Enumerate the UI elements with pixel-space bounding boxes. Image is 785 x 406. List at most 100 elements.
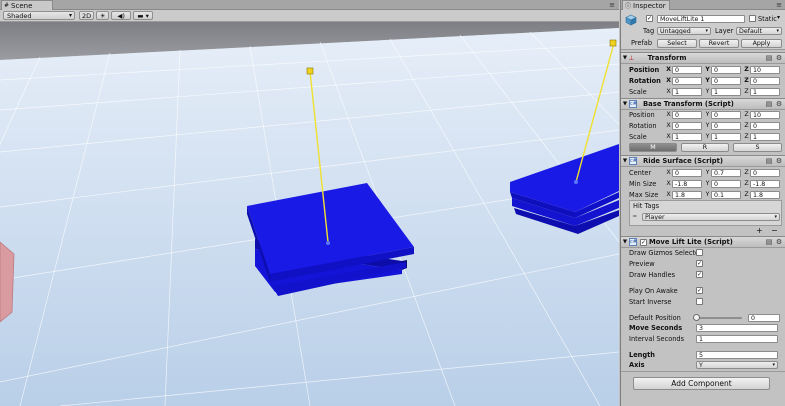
transform-header[interactable]: ▼ ⟂ Transform ▤ ⚙: [621, 52, 785, 64]
scene-view-canvas: [0, 22, 619, 406]
tab-inspector-label: Inspector: [633, 1, 666, 10]
min-size-x-field[interactable]: -1.8: [672, 179, 702, 188]
ride-surface-header[interactable]: ▼ c# Ride Surface (Script) ▤ ⚙: [621, 155, 785, 167]
shading-mode-dropdown[interactable]: Shaded ▾: [3, 11, 75, 20]
default-position-slider[interactable]: [693, 313, 742, 321]
lighting-toggle-icon[interactable]: ☀: [96, 11, 110, 20]
help-book-icon[interactable]: ▤: [765, 100, 773, 108]
gear-icon[interactable]: ⚙: [775, 100, 783, 108]
gear-icon[interactable]: ⚙: [775, 238, 783, 246]
draw-gizmos-checkbox[interactable]: [696, 249, 703, 256]
hit-tag-dropdown[interactable]: Player ▾: [642, 213, 780, 221]
scene-tab-menu-icon[interactable]: ≡: [609, 1, 615, 9]
pivot-marker-2: [574, 180, 578, 184]
axis-z-label: Z: [744, 77, 749, 84]
min-size-y-field[interactable]: 0: [711, 179, 741, 188]
tool-scale-button[interactable]: S: [733, 143, 782, 152]
gear-icon[interactable]: ⚙: [775, 54, 783, 62]
add-component-button[interactable]: Add Component: [633, 377, 770, 390]
transform-position-z-field[interactable]: 10: [750, 65, 780, 74]
foldout-arrow-icon[interactable]: ▼: [621, 55, 629, 61]
max-size-row: Max Size X 1.8 Y 0.1 Z 1.8: [621, 189, 785, 200]
base-scale-y-field[interactable]: 1: [711, 132, 741, 141]
length-field[interactable]: 5: [696, 350, 778, 359]
play-on-awake-checkbox[interactable]: ✓: [696, 287, 703, 294]
base-rotation-x-field[interactable]: 0: [672, 121, 702, 130]
draw-handles-checkbox[interactable]: ✓: [696, 271, 703, 278]
axis-value: Y: [699, 361, 703, 369]
scene-viewport[interactable]: [0, 22, 619, 406]
base-rotation-y-field[interactable]: 0: [711, 121, 741, 130]
gear-icon[interactable]: ⚙: [775, 157, 783, 165]
transform-scale-z-field[interactable]: 1: [750, 87, 780, 96]
transform-rotation-x-field[interactable]: 0: [672, 76, 702, 85]
base-rotation-label: Rotation: [629, 121, 657, 130]
center-y-field[interactable]: 0.7: [711, 168, 741, 177]
transform-scale-y-field[interactable]: 1: [711, 87, 741, 96]
base-scale-z-field[interactable]: 1: [750, 132, 780, 141]
layer-dropdown[interactable]: Default ▾: [736, 27, 782, 35]
drag-handle-icon[interactable]: ═: [633, 213, 637, 220]
transform-position-x-field[interactable]: 0: [672, 65, 702, 74]
base-scale-x-field[interactable]: 1: [672, 132, 702, 141]
axis-dropdown[interactable]: Y ▾: [696, 360, 778, 369]
max-size-x-field[interactable]: 1.8: [672, 190, 702, 199]
foldout-arrow-icon[interactable]: ▼: [621, 101, 629, 107]
help-book-icon[interactable]: ▤: [765, 54, 773, 62]
inspector-panel: ⓘ Inspector ≡ ✓ MoveLiftLite 1 Static ▾ …: [620, 0, 785, 406]
axis-row: Axis Y ▾: [621, 359, 785, 370]
transform-position-row: Position X 0 Y 0 Z 10: [621, 64, 785, 75]
tool-move-button[interactable]: M: [629, 143, 677, 152]
transform-position-y-field[interactable]: 0: [711, 65, 741, 74]
base-position-x-field[interactable]: 0: [672, 110, 702, 119]
transform-scale-x-field[interactable]: 1: [672, 87, 702, 96]
move-lift-enabled-checkbox[interactable]: ✓: [640, 238, 647, 246]
tab-inspector[interactable]: ⓘ Inspector: [622, 0, 670, 10]
help-book-icon[interactable]: ▤: [765, 238, 773, 246]
audio-toggle-icon[interactable]: ◀): [111, 11, 132, 20]
move-seconds-field[interactable]: 3: [696, 323, 778, 332]
transform-rotation-z-field[interactable]: 0: [750, 76, 780, 85]
static-checkbox[interactable]: [749, 15, 756, 22]
default-position-field[interactable]: 0: [748, 313, 780, 322]
prefab-revert-button[interactable]: Revert: [699, 39, 739, 48]
effects-dropdown-icon[interactable]: ▬ ▾: [133, 11, 154, 20]
tab-scene[interactable]: # Scene: [1, 0, 53, 10]
tag-dropdown[interactable]: Untagged ▾: [657, 27, 711, 35]
base-position-z-field[interactable]: 10: [750, 110, 780, 119]
help-book-icon[interactable]: ▤: [765, 157, 773, 165]
foldout-arrow-icon[interactable]: ▼: [621, 239, 629, 245]
max-size-y-field[interactable]: 0.1: [711, 190, 741, 199]
center-row: Center X 0 Y 0.7 Z 0: [621, 167, 785, 178]
transform-position-label: Position: [629, 65, 660, 74]
base-rotation-row: Rotation X 0 Y 0 Z 0: [621, 120, 785, 131]
max-size-z-field[interactable]: 1.8: [750, 190, 780, 199]
tool-rotate-button[interactable]: R: [681, 143, 729, 152]
list-remove-icon[interactable]: −: [771, 226, 778, 235]
list-add-icon[interactable]: +: [756, 226, 763, 235]
static-dropdown-icon[interactable]: ▾: [777, 14, 780, 21]
transform-rotation-y-field[interactable]: 0: [711, 76, 741, 85]
toggle-2d-button[interactable]: 2D: [79, 11, 95, 20]
start-inverse-checkbox[interactable]: [696, 298, 703, 305]
prefab-select-button[interactable]: Select: [657, 39, 697, 48]
hit-tags-list: Hit Tags ═ Player ▾: [629, 200, 782, 226]
interval-seconds-field[interactable]: 1: [696, 334, 778, 343]
preview-checkbox[interactable]: ✓: [696, 260, 703, 267]
axis-y-label: Y: [705, 111, 710, 118]
transform-rotation-row: Rotation X 0 Y 0 Z 0: [621, 75, 785, 86]
transform-icon: ⟂: [629, 53, 634, 62]
min-size-label: Min Size: [629, 179, 657, 188]
prefab-apply-button[interactable]: Apply: [741, 39, 782, 48]
center-x-field[interactable]: 0: [672, 168, 702, 177]
slider-knob[interactable]: [693, 313, 700, 321]
center-z-field[interactable]: 0: [750, 168, 780, 177]
object-name-field[interactable]: MoveLiftLite 1: [657, 15, 745, 23]
base-position-y-field[interactable]: 0: [711, 110, 741, 119]
base-rotation-z-field[interactable]: 0: [750, 121, 780, 130]
foldout-arrow-icon[interactable]: ▼: [621, 158, 629, 164]
inspector-tab-menu-icon[interactable]: ≡: [776, 1, 782, 9]
active-checkbox[interactable]: ✓: [646, 15, 653, 22]
min-size-z-field[interactable]: -1.8: [750, 179, 780, 188]
axis-z-label: Z: [744, 122, 749, 129]
